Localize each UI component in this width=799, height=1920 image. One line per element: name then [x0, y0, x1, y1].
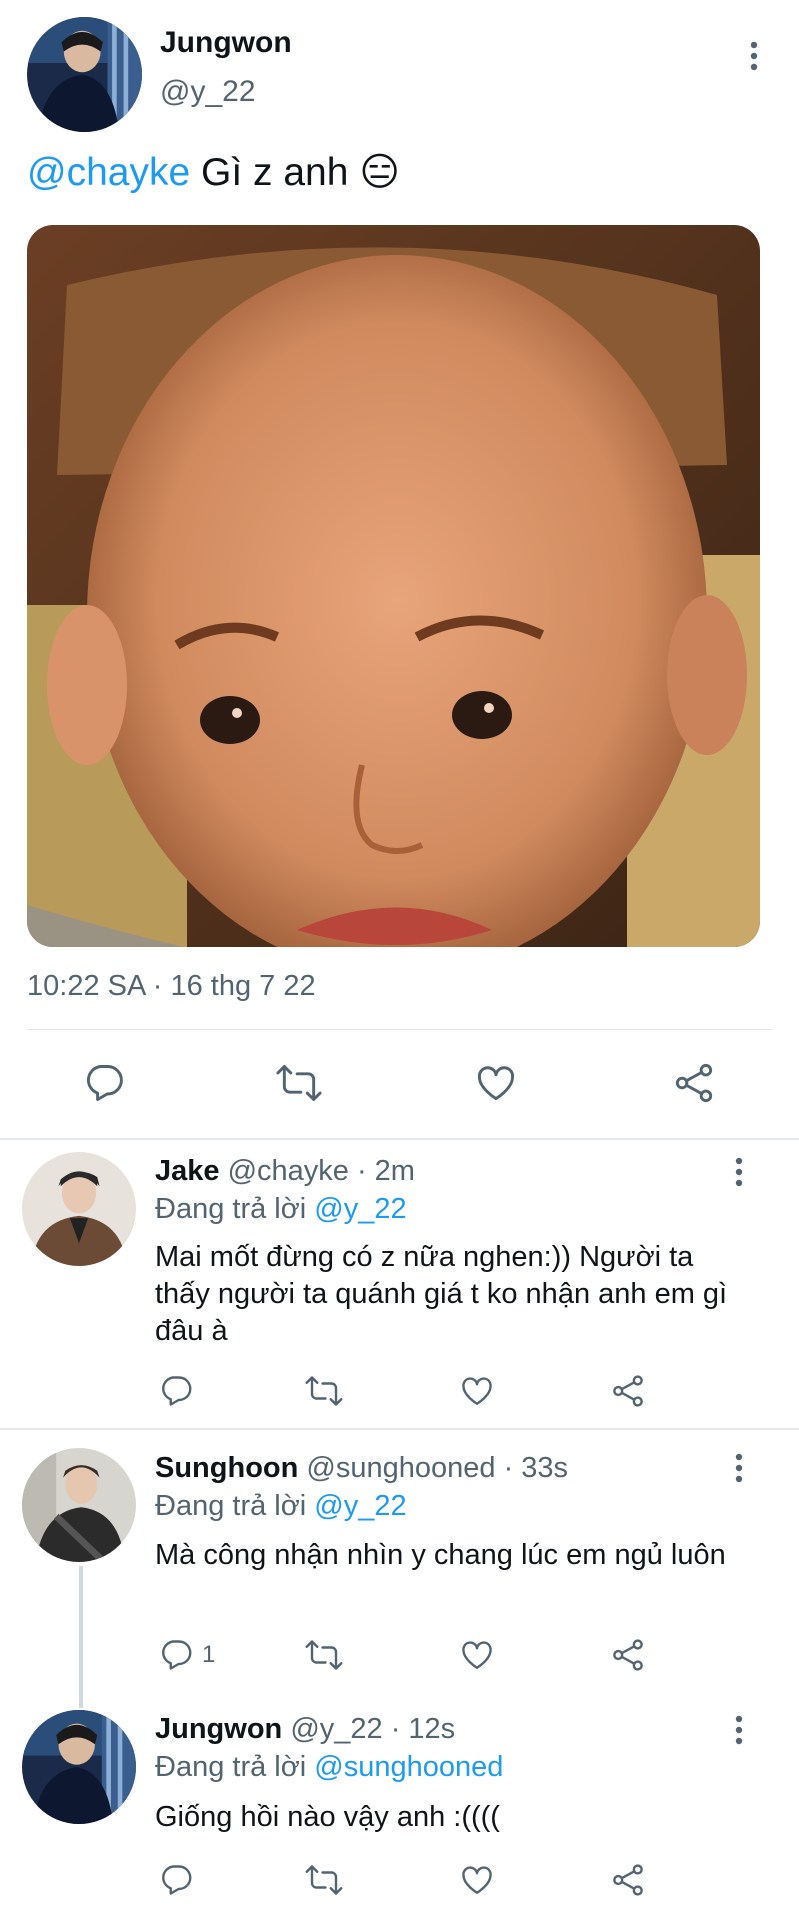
- reply-3-header: Jungwon @y_22 · 12s: [155, 1713, 455, 1746]
- reply-1-bottom-divider: [0, 1428, 799, 1430]
- reply-2-share-button[interactable]: [610, 1637, 646, 1673]
- share-icon: [675, 1063, 713, 1103]
- reply-3-like-button[interactable]: [459, 1862, 495, 1898]
- reply-3-reply-button[interactable]: [158, 1862, 202, 1898]
- main-author-name[interactable]: Jungwon: [160, 26, 292, 60]
- more-vertical-icon[interactable]: [742, 36, 766, 76]
- main-retweet-button[interactable]: [275, 1061, 323, 1105]
- reply-2-reply-button[interactable]: 1: [158, 1637, 215, 1673]
- reply-2-replying-handle[interactable]: @y_22: [314, 1490, 406, 1522]
- retweet-icon: [305, 1865, 343, 1895]
- main-share-button[interactable]: [672, 1061, 716, 1105]
- reply-2-reply-count: 1: [202, 1641, 216, 1668]
- like-icon: [462, 1377, 492, 1405]
- like-icon: [462, 1866, 492, 1894]
- reply-2-author-name[interactable]: Sunghoon: [155, 1452, 298, 1484]
- reply-1-time: · 2m: [348, 1155, 415, 1187]
- reply-3-author-name[interactable]: Jungwon: [155, 1713, 282, 1745]
- main-author-handle[interactable]: @y_22: [160, 75, 256, 109]
- like-icon: [477, 1066, 515, 1101]
- thread-connector-line: [79, 1566, 83, 1708]
- share-icon: [613, 1864, 643, 1896]
- more-vertical-icon[interactable]: [727, 1710, 751, 1750]
- reply-1-retweet-button[interactable]: [304, 1373, 344, 1409]
- reply-3-replying-prefix: Đang trả lời: [155, 1751, 315, 1783]
- retweet-icon: [305, 1640, 343, 1670]
- reply-3-replying-to: Đang trả lời @sunghooned: [155, 1751, 503, 1784]
- reply-3-avatar[interactable]: [22, 1710, 136, 1824]
- reply-3-replying-handle[interactable]: @sunghooned: [314, 1751, 503, 1783]
- retweet-icon: [305, 1376, 343, 1406]
- reply-icon: [87, 1065, 123, 1101]
- reply-3-share-button[interactable]: [610, 1862, 646, 1898]
- main-tweet-bottom-divider: [0, 1138, 799, 1140]
- retweet-icon: [276, 1065, 322, 1101]
- reply-2-text: Mà công nhận nhìn y chang lúc em ngủ luô…: [155, 1539, 726, 1571]
- expressionless-emoji: 😑: [359, 151, 400, 194]
- reply-2-author-handle[interactable]: @sunghooned: [306, 1452, 495, 1484]
- reply-1-reply-button[interactable]: [158, 1373, 202, 1409]
- reply-icon: [162, 1640, 192, 1670]
- main-tweet-text: @chayke Gì z anh 😑: [27, 150, 400, 195]
- main-author-avatar[interactable]: [27, 17, 142, 132]
- reply-3-time: · 12s: [382, 1713, 456, 1745]
- reply-1-share-button[interactable]: [610, 1373, 646, 1409]
- timestamp-divider: [27, 1029, 772, 1030]
- reply-2-like-button[interactable]: [459, 1637, 495, 1673]
- reply-1-replying-to: Đang trả lời @y_22: [155, 1193, 407, 1226]
- reply-1-avatar[interactable]: [22, 1152, 136, 1266]
- reply-1-header: Jake @chayke · 2m: [155, 1155, 415, 1188]
- reply-1-replying-prefix: Đang trả lời: [155, 1193, 315, 1225]
- reply-2-time: · 33s: [495, 1452, 569, 1484]
- main-tweet-mention[interactable]: @chayke: [27, 151, 190, 194]
- reply-1-like-button[interactable]: [459, 1373, 495, 1409]
- reply-1-text: Mai mốt đừng có z nữa nghen:)) Người ta …: [155, 1241, 728, 1347]
- main-tweet-body: Gì z anh: [190, 151, 360, 194]
- main-reply-button[interactable]: [82, 1061, 126, 1105]
- main-like-button[interactable]: [474, 1061, 518, 1105]
- more-vertical-icon[interactable]: [727, 1152, 751, 1192]
- share-icon: [613, 1639, 643, 1671]
- reply-icon: [162, 1865, 192, 1895]
- reply-2-header: Sunghoon @sunghooned · 33s: [155, 1452, 568, 1485]
- main-tweet-timestamp[interactable]: 10:22 SA · 16 thg 7 22: [27, 970, 316, 1003]
- reply-1-author-handle[interactable]: @chayke: [228, 1155, 349, 1187]
- reply-3-text: Giống hồi nào vậy anh :((((: [155, 1801, 500, 1833]
- main-tweet-photo[interactable]: [27, 225, 760, 947]
- share-icon: [613, 1375, 643, 1407]
- reply-2-retweet-button[interactable]: [304, 1637, 344, 1673]
- more-vertical-icon[interactable]: [727, 1448, 751, 1488]
- reply-icon: [162, 1376, 192, 1406]
- reply-3-retweet-button[interactable]: [304, 1862, 344, 1898]
- reply-2-replying-to: Đang trả lời @y_22: [155, 1490, 407, 1523]
- reply-2-replying-prefix: Đang trả lời: [155, 1490, 315, 1522]
- reply-1-replying-handle[interactable]: @y_22: [314, 1193, 406, 1225]
- reply-3-author-handle[interactable]: @y_22: [290, 1713, 382, 1745]
- reply-2-avatar[interactable]: [22, 1448, 136, 1562]
- like-icon: [462, 1641, 492, 1669]
- reply-1-author-name[interactable]: Jake: [155, 1155, 220, 1187]
